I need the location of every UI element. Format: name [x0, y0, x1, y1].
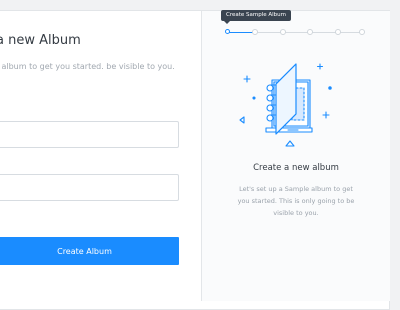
- step-dot-1[interactable]: [225, 29, 230, 34]
- create-album-button[interactable]: Create Album: [0, 237, 179, 265]
- stepper-progress: [227, 31, 255, 33]
- panel-title: Create a new album: [253, 163, 339, 173]
- album-detail-input[interactable]: [0, 174, 179, 201]
- progress-stepper: [225, 28, 365, 36]
- page-title: a new Album: [0, 33, 81, 48]
- form-panel: a new Album e album to get you started. …: [0, 11, 202, 301]
- step-dot-5[interactable]: [335, 29, 341, 35]
- panel-description: Let's set up a Sample album to get you s…: [237, 185, 355, 217]
- dialog-frame: a new Album e album to get you started. …: [0, 10, 390, 310]
- album-name-input[interactable]: [0, 121, 179, 148]
- step-dot-3[interactable]: [280, 29, 286, 35]
- step-dot-4[interactable]: [307, 29, 313, 35]
- page-subtitle: e album to get you started. be visible t…: [0, 62, 175, 71]
- step-tooltip: Create Sample Album: [221, 10, 291, 24]
- step-dot-6[interactable]: [359, 29, 365, 35]
- album-book-illustration-icon: [239, 63, 332, 147]
- step-dot-2[interactable]: [252, 29, 258, 35]
